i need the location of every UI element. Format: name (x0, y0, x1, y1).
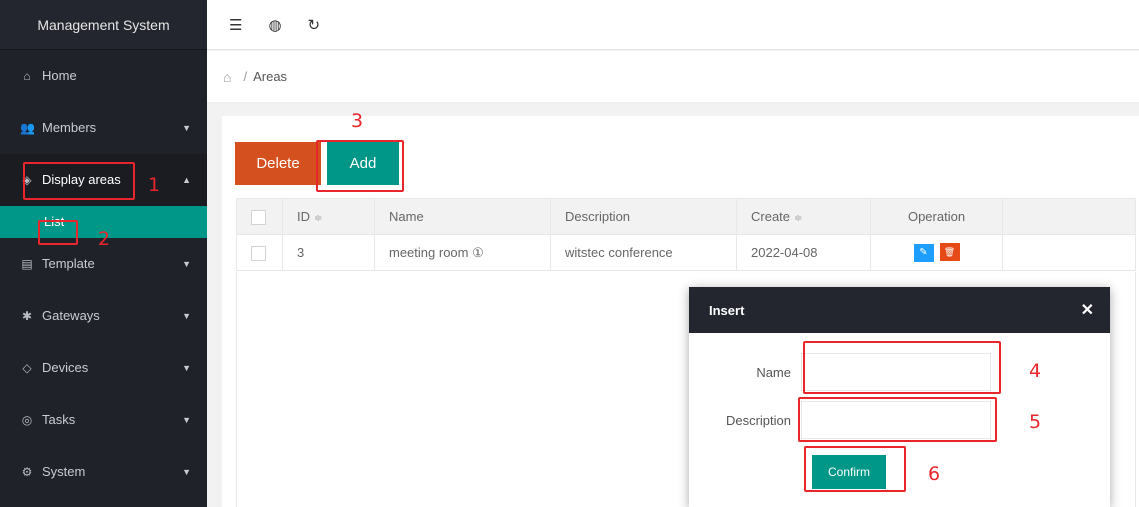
top-toolbar: ☰ ◍ ↻ (207, 0, 1139, 50)
cell-operation: ✎ 🗑 (870, 234, 1003, 271)
sidebar-item-system[interactable]: ⚙ System ▼ (0, 446, 207, 498)
annotation-box-1 (23, 162, 135, 200)
header-id[interactable]: ID ≑ (282, 198, 375, 235)
sidebar-item-members[interactable]: 👥 Members ▼ (0, 102, 207, 154)
header-checkbox-cell (236, 198, 283, 235)
name-label: Name (756, 364, 791, 380)
home-icon: ⌂ (23, 69, 31, 83)
annotation-number-5: 5 (1029, 411, 1042, 433)
template-icon: ▤ (21, 257, 33, 271)
gateway-icon: ✱ (21, 309, 33, 323)
menu-toggle-icon[interactable]: ☰ (229, 16, 242, 34)
header-description: Description (550, 198, 737, 235)
table-row: 3 meeting room ① witstec conference 2022… (236, 234, 1136, 271)
caret-down-icon: ▼ (182, 259, 191, 269)
sidebar: Management System ⌂ Home 👥 Members ▼ ◈ D… (0, 0, 207, 507)
annotation-number-4: 4 (1029, 360, 1042, 382)
sidebar-item-label: Devices (42, 360, 89, 375)
dialog-title: Insert (709, 302, 745, 318)
annotation-box-5 (798, 397, 997, 442)
annotation-box-2 (38, 220, 78, 245)
cell-name: meeting room ① (374, 234, 551, 271)
areas-table: ID ≑ Name Description Create ≑ Operation 3… (236, 198, 1136, 271)
tag-icon: ◇ (22, 361, 32, 375)
description-label: Description (725, 412, 791, 428)
table-header-row: ID ≑ Name Description Create ≑ Operation (236, 198, 1136, 235)
edit-icon[interactable]: ✎ (913, 244, 934, 262)
sidebar-item-gateways[interactable]: ✱ Gateways ▼ (0, 290, 207, 342)
refresh-icon[interactable]: ↻ (308, 16, 321, 34)
sidebar-item-label: Gateways (42, 308, 100, 323)
caret-down-icon: ▼ (182, 467, 191, 477)
members-icon: 👥 (20, 121, 35, 135)
caret-down-icon: ▼ (182, 311, 191, 321)
delete-button[interactable]: Delete (235, 142, 321, 185)
caret-up-icon: ▲ (182, 175, 191, 185)
annotation-number-2: 2 (98, 228, 111, 250)
breadcrumb: ⌂ / Areas (207, 51, 1139, 103)
select-all-checkbox[interactable] (251, 209, 266, 225)
row-checkbox-cell (236, 234, 283, 271)
header-operation: Operation (870, 198, 1003, 235)
target-icon: ◎ (21, 413, 33, 427)
sidebar-item-label: Home (42, 68, 77, 83)
sidebar-item-label: Members (42, 120, 97, 135)
annotation-number-3: 3 (351, 110, 364, 132)
sidebar-item-label: System (42, 464, 86, 479)
sort-icon[interactable]: ≑ (794, 213, 802, 224)
cell-create: 2022-04-08 (736, 234, 871, 271)
breadcrumb-current: Areas (253, 69, 288, 84)
annotation-box-4 (803, 341, 1001, 394)
globe-icon[interactable]: ◍ (268, 16, 281, 34)
gear-icon: ⚙ (21, 465, 33, 479)
header-spacer (1002, 198, 1136, 235)
annotation-box-6 (804, 446, 906, 492)
sort-icon[interactable]: ≑ (314, 213, 322, 224)
trash-icon[interactable]: 🗑 (939, 243, 960, 261)
caret-down-icon: ▼ (182, 123, 191, 133)
cell-description: witstec conference (550, 234, 737, 271)
close-icon[interactable]: ✕ (1081, 300, 1094, 320)
cell-spacer (1002, 234, 1136, 271)
sidebar-item-home[interactable]: ⌂ Home (0, 50, 207, 102)
annotation-number-1: 1 (148, 174, 161, 196)
home-icon[interactable]: ⌂ (223, 69, 231, 85)
annotation-box-3 (316, 140, 404, 192)
sidebar-item-tasks[interactable]: ◎ Tasks ▼ (0, 394, 207, 446)
dialog-header: Insert ✕ (689, 287, 1110, 333)
sidebar-item-devices[interactable]: ◇ Devices ▼ (0, 342, 207, 394)
annotation-number-6: 6 (928, 463, 941, 485)
row-checkbox[interactable] (251, 245, 266, 261)
header-name: Name (374, 198, 551, 235)
caret-down-icon: ▼ (182, 415, 191, 425)
sidebar-item-label: Tasks (42, 412, 76, 427)
breadcrumb-separator: / (243, 69, 248, 84)
sidebar-item-label: Template (42, 256, 95, 271)
brand-title: Management System (0, 0, 207, 50)
header-create[interactable]: Create ≑ (736, 198, 871, 235)
caret-down-icon: ▼ (182, 363, 191, 373)
cell-id: 3 (282, 234, 375, 271)
